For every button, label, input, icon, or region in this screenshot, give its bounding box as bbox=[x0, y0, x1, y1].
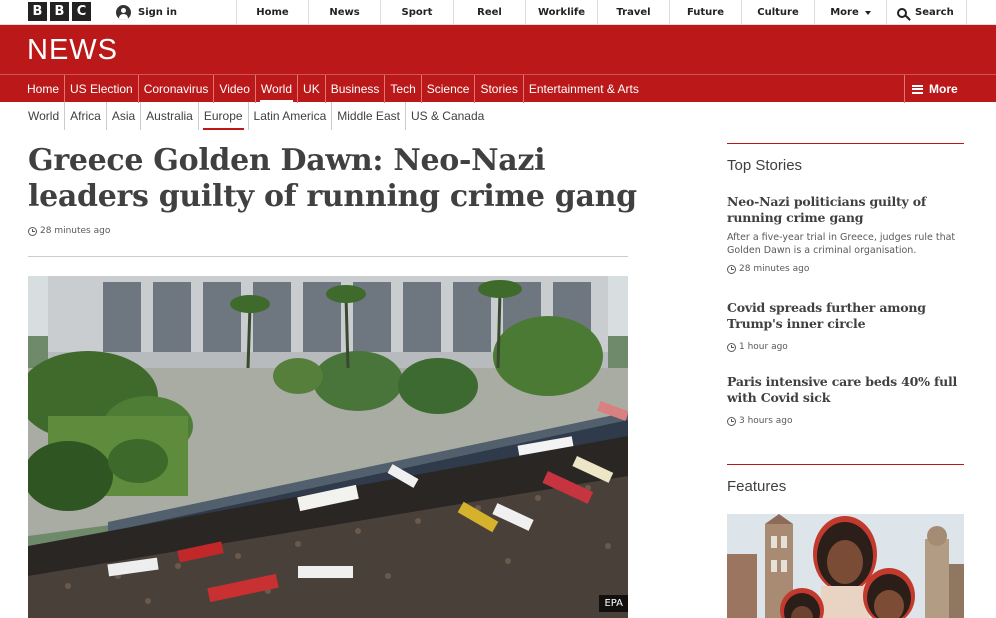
search-icon bbox=[897, 7, 907, 18]
subnav-item-europe[interactable]: Europe bbox=[197, 102, 248, 130]
top-nav-home[interactable]: Home bbox=[236, 0, 308, 25]
sign-in-link[interactable]: Sign in bbox=[116, 3, 177, 22]
nav-item-video[interactable]: Video bbox=[213, 75, 254, 103]
nav-more-button[interactable]: More bbox=[904, 75, 996, 103]
nav-item-stories[interactable]: Stories bbox=[474, 75, 522, 103]
top-nav-more-button[interactable]: More bbox=[814, 0, 886, 25]
article-headline: Greece Golden Dawn: Neo-Nazi leaders gui… bbox=[28, 143, 637, 214]
top-story-summary: After a five-year trial in Greece, judge… bbox=[727, 232, 956, 256]
logo-letter-b1: B bbox=[28, 2, 47, 21]
top-nav-future[interactable]: Future bbox=[669, 0, 741, 25]
news-masthead: NEWS bbox=[0, 25, 996, 74]
top-story-title[interactable]: Neo-Nazi politicians guilty of running c… bbox=[727, 194, 964, 226]
top-nav-more-label: More bbox=[830, 7, 859, 18]
top-story-item[interactable]: Paris intensive care beds 40% full with … bbox=[727, 374, 964, 426]
protest-scene-illustration bbox=[28, 276, 628, 618]
bbc-logo[interactable]: B B C bbox=[28, 2, 91, 21]
top-story-time-text: 1 hour ago bbox=[739, 342, 788, 352]
nav-more-label: More bbox=[929, 82, 958, 96]
article-divider bbox=[28, 256, 628, 257]
top-stories-heading: Top Stories bbox=[727, 157, 803, 174]
clock-icon bbox=[727, 264, 736, 274]
caret-down-icon bbox=[864, 10, 871, 15]
nav-item-home[interactable]: Home bbox=[22, 75, 64, 103]
sign-in-label: Sign in bbox=[138, 7, 177, 18]
features-heading: Features bbox=[727, 478, 787, 495]
subnav-item-middle-east[interactable]: Middle East bbox=[331, 102, 405, 130]
subnav-item-asia[interactable]: Asia bbox=[105, 102, 140, 130]
feature-thumbnail[interactable] bbox=[727, 514, 964, 618]
top-nav-sport[interactable]: Sport bbox=[380, 0, 453, 25]
subnav-item-africa[interactable]: Africa bbox=[64, 102, 106, 130]
top-story-title[interactable]: Paris intensive care beds 40% full with … bbox=[727, 374, 964, 406]
clock-icon bbox=[28, 226, 37, 236]
top-story-time-text: 3 hours ago bbox=[739, 416, 793, 426]
nav-item-world[interactable]: World bbox=[254, 75, 297, 103]
top-story-time: 28 minutes ago bbox=[727, 264, 964, 274]
logo-letter-b2: B bbox=[50, 2, 69, 21]
sub-nav: World Africa Asia Australia Europe Latin… bbox=[23, 102, 489, 130]
search-label: Search bbox=[915, 7, 954, 18]
subnav-item-us-canada[interactable]: US & Canada bbox=[404, 102, 489, 130]
nav-item-coronavirus[interactable]: Coronavirus bbox=[137, 75, 214, 103]
top-story-time: 3 hours ago bbox=[727, 416, 964, 426]
top-nav: Home News Sport Reel Worklife Travel Fut… bbox=[236, 0, 967, 25]
top-nav-news[interactable]: News bbox=[308, 0, 380, 25]
main-nav: Home US Election Coronavirus Video World… bbox=[0, 74, 996, 103]
image-credit: EPA bbox=[599, 595, 628, 612]
nav-item-science[interactable]: Science bbox=[420, 75, 475, 103]
subnav-item-world[interactable]: World bbox=[23, 102, 64, 130]
top-nav-culture[interactable]: Culture bbox=[741, 0, 814, 25]
nav-item-us-election[interactable]: US Election bbox=[64, 75, 138, 103]
news-title[interactable]: NEWS bbox=[27, 35, 118, 65]
top-story-item[interactable]: Covid spreads further among Trump's inne… bbox=[727, 300, 964, 352]
nav-item-tech[interactable]: Tech bbox=[384, 75, 420, 103]
top-nav-travel[interactable]: Travel bbox=[597, 0, 669, 25]
top-nav-reel[interactable]: Reel bbox=[453, 0, 525, 25]
nav-item-business[interactable]: Business bbox=[324, 75, 385, 103]
nav-item-entertainment-arts[interactable]: Entertainment & Arts bbox=[522, 75, 644, 103]
clock-icon bbox=[727, 416, 736, 426]
top-nav-worklife[interactable]: Worklife bbox=[525, 0, 597, 25]
user-icon bbox=[116, 5, 131, 20]
search-button[interactable]: Search bbox=[886, 0, 967, 25]
menu-icon bbox=[912, 84, 923, 94]
feature-illustration bbox=[727, 514, 964, 618]
top-stories-rule bbox=[727, 143, 964, 144]
logo-letter-c: C bbox=[72, 2, 91, 21]
top-story-time-text: 28 minutes ago bbox=[739, 264, 810, 274]
article-photo: EPA bbox=[28, 276, 628, 618]
article-timestamp: 28 minutes ago bbox=[28, 226, 110, 236]
subnav-item-australia[interactable]: Australia bbox=[140, 102, 198, 130]
subnav-item-latin-america[interactable]: Latin America bbox=[247, 102, 332, 130]
global-header: B B C Sign in Home News Sport Reel Workl… bbox=[0, 0, 996, 25]
nav-item-uk[interactable]: UK bbox=[297, 75, 325, 103]
top-story-time: 1 hour ago bbox=[727, 342, 964, 352]
article-timestamp-text: 28 minutes ago bbox=[40, 226, 111, 236]
top-story-item[interactable]: Neo-Nazi politicians guilty of running c… bbox=[727, 194, 964, 274]
clock-icon bbox=[727, 342, 736, 352]
features-rule bbox=[727, 464, 964, 465]
top-story-title[interactable]: Covid spreads further among Trump's inne… bbox=[727, 300, 964, 332]
